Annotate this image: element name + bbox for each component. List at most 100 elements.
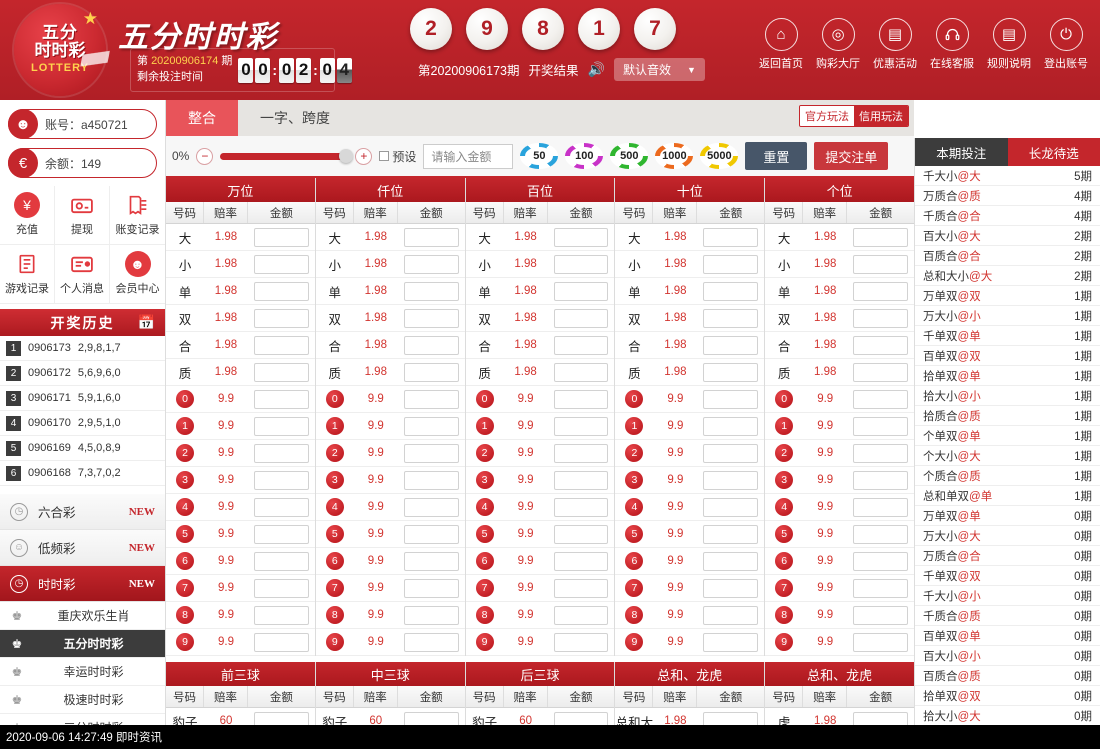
bet-amount-input[interactable] bbox=[703, 255, 758, 274]
bet-amount-input[interactable] bbox=[404, 525, 459, 544]
bet-amount-input[interactable] bbox=[554, 471, 609, 490]
bet-row[interactable]: 双1.98 bbox=[466, 305, 615, 332]
bet-amount-input[interactable] bbox=[703, 606, 758, 625]
dragon-row[interactable]: 个单双@单1期 bbox=[915, 426, 1100, 446]
game-item-sanfen[interactable]: ♚ 三分时时彩 bbox=[0, 714, 165, 725]
bet-amount-input[interactable] bbox=[703, 417, 758, 436]
dragon-row[interactable]: 拾单双@单1期 bbox=[915, 366, 1100, 386]
dragon-row[interactable]: 千单双@双0期 bbox=[915, 566, 1100, 586]
bet-amount-input[interactable] bbox=[703, 309, 758, 328]
bet-amount-input[interactable] bbox=[554, 255, 609, 274]
dragon-row[interactable]: 千大小@大5期 bbox=[915, 166, 1100, 186]
dragon-row[interactable]: 百单双@单0期 bbox=[915, 626, 1100, 646]
quick-action-member-center[interactable]: ☻ 会员中心 bbox=[110, 245, 165, 304]
game-item-wufen[interactable]: ♚ 五分时时彩 bbox=[0, 630, 165, 658]
dragon-row[interactable]: 万大小@小1期 bbox=[915, 306, 1100, 326]
bet-amount-input[interactable] bbox=[703, 471, 758, 490]
history-row[interactable]: 1 0906173 2,9,8,1,7 bbox=[0, 336, 165, 361]
bet-row[interactable]: 39.9 bbox=[166, 467, 315, 494]
bet-row[interactable]: 大1.98 bbox=[316, 224, 465, 251]
odds-slider[interactable] bbox=[220, 153, 348, 160]
bet-amount-input[interactable] bbox=[254, 552, 309, 571]
bet-amount-input[interactable] bbox=[404, 471, 459, 490]
bet-row[interactable]: 99.9 bbox=[466, 629, 615, 656]
increase-button[interactable]: + bbox=[355, 148, 372, 165]
bet-amount-input[interactable] bbox=[554, 633, 609, 652]
nav-item-promotions[interactable]: ▤ 优惠活动 bbox=[871, 18, 919, 71]
bet-row[interactable]: 双1.98 bbox=[615, 305, 764, 332]
bet-row[interactable]: 59.9 bbox=[765, 521, 914, 548]
bet-amount-input[interactable] bbox=[703, 552, 758, 571]
bet-amount-input[interactable] bbox=[853, 471, 908, 490]
bet-amount-input[interactable] bbox=[404, 633, 459, 652]
bet-amount-input[interactable] bbox=[254, 525, 309, 544]
bet-row[interactable]: 39.9 bbox=[316, 467, 465, 494]
bet-row[interactable]: 59.9 bbox=[166, 521, 315, 548]
bet-amount-input[interactable] bbox=[404, 309, 459, 328]
bet-row[interactable]: 单1.98 bbox=[166, 278, 315, 305]
bet-amount-input[interactable] bbox=[853, 444, 908, 463]
bet-amount-input[interactable] bbox=[254, 498, 309, 517]
bet-row[interactable]: 豹子60 bbox=[166, 708, 315, 725]
bet-amount-input[interactable] bbox=[703, 498, 758, 517]
bet-row[interactable]: 小1.98 bbox=[466, 251, 615, 278]
balance-pill[interactable]: € 余额：149 bbox=[8, 148, 157, 178]
bet-row[interactable]: 总和大1.98 bbox=[615, 708, 764, 725]
dragon-row[interactable]: 百大小@小0期 bbox=[915, 646, 1100, 666]
bet-row[interactable]: 质1.98 bbox=[166, 359, 315, 386]
history-row[interactable]: 6 0906168 7,3,7,0,2 bbox=[0, 461, 165, 486]
bet-amount-input[interactable] bbox=[404, 282, 459, 301]
bet-amount-input[interactable] bbox=[254, 444, 309, 463]
bet-row[interactable]: 19.9 bbox=[615, 413, 764, 440]
bet-row[interactable]: 双1.98 bbox=[166, 305, 315, 332]
chip-50[interactable]: 50 bbox=[520, 143, 558, 169]
quick-action-withdraw[interactable]: 提现 bbox=[55, 186, 110, 245]
history-row[interactable]: 2 0906172 5,6,9,6,0 bbox=[0, 361, 165, 386]
bet-amount-input[interactable] bbox=[703, 282, 758, 301]
toggle-official[interactable]: 官方玩法 bbox=[800, 106, 854, 126]
bet-amount-input[interactable] bbox=[703, 525, 758, 544]
bet-amount-input[interactable] bbox=[554, 390, 609, 409]
dragon-row[interactable]: 拾大小@小1期 bbox=[915, 386, 1100, 406]
bet-row[interactable]: 09.9 bbox=[615, 386, 764, 413]
bet-amount-input[interactable] bbox=[853, 282, 908, 301]
nav-item-logout[interactable]: ⏻ 登出账号 bbox=[1042, 18, 1090, 71]
bet-row[interactable]: 49.9 bbox=[466, 494, 615, 521]
bet-amount-input[interactable] bbox=[703, 228, 758, 247]
chip-100[interactable]: 100 bbox=[565, 143, 603, 169]
bet-amount-input[interactable] bbox=[404, 255, 459, 274]
game-item-chongqing[interactable]: ♚ 重庆欢乐生肖 bbox=[0, 602, 165, 630]
game-item-xingyun[interactable]: ♚ 幸运时时彩 bbox=[0, 658, 165, 686]
dragon-row[interactable]: 百大小@大2期 bbox=[915, 226, 1100, 246]
bet-amount-input[interactable] bbox=[254, 390, 309, 409]
bet-amount-input[interactable] bbox=[853, 498, 908, 517]
bet-row[interactable]: 虎1.98 bbox=[765, 708, 914, 725]
bet-row[interactable]: 49.9 bbox=[166, 494, 315, 521]
bet-amount-input[interactable] bbox=[853, 363, 908, 382]
bet-amount-input[interactable] bbox=[853, 255, 908, 274]
dragon-row[interactable]: 百质合@合2期 bbox=[915, 246, 1100, 266]
bet-row[interactable]: 豹子60 bbox=[466, 708, 615, 725]
nav-item-rules[interactable]: ▤ 规则说明 bbox=[985, 18, 1033, 71]
bet-amount-input[interactable] bbox=[703, 579, 758, 598]
bet-row[interactable]: 29.9 bbox=[466, 440, 615, 467]
bet-row[interactable]: 29.9 bbox=[316, 440, 465, 467]
tab-zhenghe[interactable]: 整合 bbox=[166, 100, 238, 136]
bet-row[interactable]: 大1.98 bbox=[765, 224, 914, 251]
bet-row[interactable]: 09.9 bbox=[316, 386, 465, 413]
bet-amount-input[interactable] bbox=[853, 633, 908, 652]
bet-row[interactable]: 19.9 bbox=[166, 413, 315, 440]
bet-row[interactable]: 合1.98 bbox=[166, 332, 315, 359]
speaker-icon[interactable]: 🔊 bbox=[588, 61, 605, 78]
bet-row[interactable]: 89.9 bbox=[765, 602, 914, 629]
bet-amount-input[interactable] bbox=[703, 363, 758, 382]
bet-row[interactable]: 合1.98 bbox=[615, 332, 764, 359]
dragon-row[interactable]: 总和大小@大2期 bbox=[915, 266, 1100, 286]
bet-row[interactable]: 69.9 bbox=[466, 548, 615, 575]
bet-row[interactable]: 大1.98 bbox=[166, 224, 315, 251]
quick-action-game-records[interactable]: 游戏记录 bbox=[0, 245, 55, 304]
bet-amount-input[interactable] bbox=[254, 417, 309, 436]
bet-row[interactable]: 大1.98 bbox=[466, 224, 615, 251]
category-liuhecai[interactable]: ◷ 六合彩 NEW bbox=[0, 494, 165, 530]
dragon-row[interactable]: 万大小@大0期 bbox=[915, 526, 1100, 546]
